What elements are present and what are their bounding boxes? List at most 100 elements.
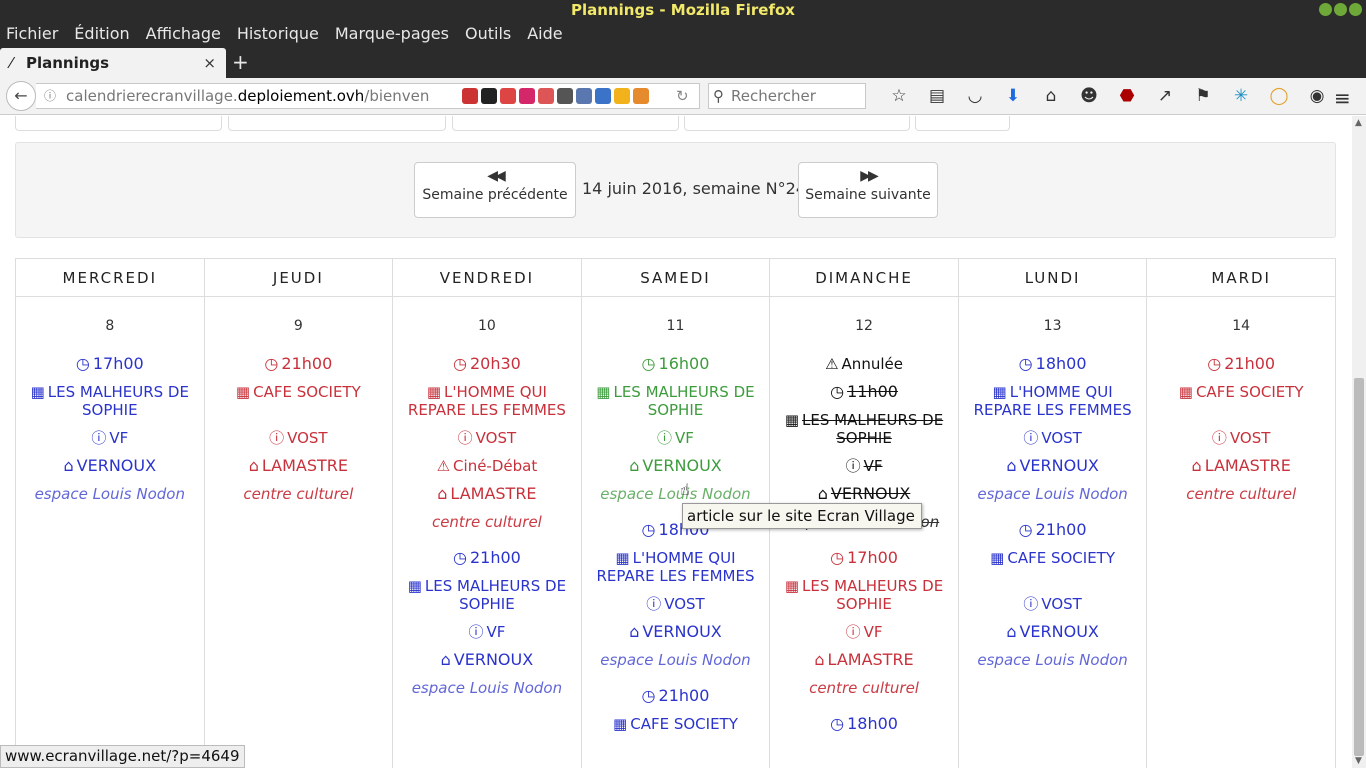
bookmark-star-icon[interactable]: ☆ [880,86,918,106]
network-icon[interactable]: ✳ [1222,86,1260,106]
filter-box[interactable] [15,116,222,131]
minimize-icon[interactable] [1319,3,1332,16]
new-tab-button[interactable]: + [232,50,249,74]
home-icon: ⌂ [814,650,825,669]
place-line[interactable]: ⌂ LAMASTRE [205,457,393,485]
wordpress-icon[interactable] [557,88,573,104]
clock-icon: ◷ [641,354,656,373]
info-icon: ⓘ [1023,595,1039,613]
shoe-icon[interactable]: ⚑ [1184,86,1222,106]
vertical-scrollbar[interactable]: ▲ ▼ [1352,116,1366,768]
menu-historique[interactable]: Historique [237,24,319,43]
reload-icon[interactable]: ↻ [676,87,689,105]
film-title-line: ▦ LES MALHEURS DE SOPHIE [582,383,770,429]
scroll-down-icon[interactable]: ▼ [1355,756,1362,766]
menu-affichage[interactable]: Affichage [146,24,221,43]
screening-event[interactable]: ◷ 18h00 ▦ L'HOMME QUI REPARE LES FEMMES ⓘ VOS… [959,355,1147,504]
wordpress-toolbar-icon[interactable]: ◉ [1298,86,1336,106]
screening-event[interactable]: ◷ 18h00 ▦ L'HOMME QUI REPARE LES FEMMES ⓘ VOS… [582,520,770,670]
close-window-icon[interactable] [1349,3,1362,16]
place: VERNOUX [642,456,722,475]
screening-event[interactable]: ◷ 20h30 ▦ L'HOMME QUI REPARE LES FEMMES ⓘ VOS… [393,355,581,532]
screening-event[interactable]: ◷ 21h00 ▦ LES MALHEURS DE SOPHIE ⓘ VF ⌂ VERNOUX… [393,549,581,698]
place-line[interactable]: ⌂ VERNOUX [393,651,581,679]
chat-icon[interactable]: ☻ [1070,86,1108,106]
screening-event[interactable]: ◷ 21h00 ▦ CAFE SOCIETY ⓘ VOST ⌂ LAMASTRE centre … [1147,354,1335,504]
tab-plannings[interactable]: ⁄ Plannings × [0,48,226,78]
screening-event[interactable]: ◷ 17h00 ▦ LES MALHEURS DE SOPHIE ⓘ VF ⌂ VERNOUX… [16,355,204,504]
feather-icon[interactable]: ↗ [1146,86,1184,106]
box-icon[interactable] [538,88,554,104]
screening-event[interactable]: ◷ 21h00 ▦ CAFE SOCIETY [582,687,770,761]
home-icon: ⌂ [817,484,828,503]
forward-icon: ▶▶ [860,168,879,184]
filter-box[interactable] [915,116,1010,131]
terminal-icon[interactable] [481,88,497,104]
cube-icon[interactable] [614,88,630,104]
download-icon[interactable]: ⬇ [994,86,1032,106]
tab-close-icon[interactable]: × [203,54,216,72]
week-navigation: ◀◀ Semaine précédente 14 juin 2016, sema… [15,142,1336,238]
place-line[interactable]: ⌂ VERNOUX [582,457,770,485]
screening-event[interactable]: ◷ 21h00 ▦ CAFE SOCIETY ⓘ VOST ⌂ VERNOUX espace L… [959,521,1147,670]
filter-box[interactable] [228,116,446,131]
filter-box[interactable] [452,116,679,131]
filter-box[interactable] [684,116,910,131]
hamburger-menu-icon[interactable]: ≡ [1334,86,1351,110]
time-line: ◷ 21h00 [959,521,1147,549]
menu-marque-pages[interactable]: Marque-pages [335,24,449,43]
place-line[interactable]: ⌂ VERNOUX [959,623,1147,651]
menu-edition[interactable]: Édition [74,24,129,43]
tab-bar: ⁄ Plannings × + [0,46,1366,78]
pen-icon[interactable] [462,88,478,104]
place-line[interactable]: ⌂ LAMASTRE [393,485,581,513]
screening-event[interactable]: ◷ 16h00 ▦ LES MALHEURS DE SOPHIE ⓘ VF ⌂ VERNOUX… [582,354,770,504]
screening-event[interactable]: ◷ 21h00 ▦ CAFE SOCIETY ⓘ VOST ⌂ LAMASTRE centre … [205,354,393,504]
place: VERNOUX [1019,622,1099,641]
scroll-up-icon[interactable]: ▲ [1355,118,1362,128]
day-header-mercredi: MERCREDI [15,258,205,297]
place-line[interactable]: ⌂ VERNOUX [16,457,204,485]
chart-icon[interactable] [519,88,535,104]
menu-fichier[interactable]: Fichier [6,24,58,43]
film-title: LES MALHEURS DE SOPHIE [424,577,567,613]
place-line[interactable]: ⌂ VERNOUX [959,457,1147,485]
time: 21h00 [1224,354,1276,373]
clock-icon: ◷ [641,520,656,539]
place: LAMASTRE [261,456,348,475]
pocket-icon[interactable]: ◡ [956,86,994,106]
scrollbar-thumb[interactable] [1354,378,1364,756]
home-icon: ⌂ [440,650,451,669]
info-icon[interactable]: ⓘ [44,87,56,104]
graph-icon[interactable] [633,88,649,104]
version: VOST [664,595,705,613]
search-placeholder: Rechercher [731,87,816,105]
f-icon[interactable] [500,88,516,104]
status-text: Annulée [841,355,903,373]
film-title-line: ▦ L'HOMME QUI REPARE LES FEMMES [959,383,1147,429]
note-line: ⚠ Ciné-Débat [393,457,581,485]
place-line[interactable]: ⌂ LAMASTRE [770,651,958,679]
color-ring-icon[interactable]: ◯ [1260,86,1298,106]
film-title-line: ▦ L'HOMME QUI REPARE LES FEMMES [393,383,581,429]
back-button[interactable]: ← [6,81,36,111]
venue-line: espace Louis Nodon [582,485,770,503]
time: 21h00 [281,354,333,373]
screening-event[interactable]: ◷ 17h00 ▦ LES MALHEURS DE SOPHIE ⓘ VF ⌂ LAMASTR… [770,549,958,698]
ublock-icon[interactable]: ⬣ [1108,86,1146,106]
home-icon[interactable]: ⌂ [1032,86,1070,106]
maximize-icon[interactable] [1334,3,1347,16]
search-input[interactable]: ⚲ Rechercher [708,83,866,109]
place-line[interactable]: ⌂ LAMASTRE [1147,457,1335,485]
reading-list-icon[interactable]: ▤ [918,86,956,106]
screening-event[interactable]: ◷ 18h00 [770,715,958,743]
previous-week-button[interactable]: ◀◀ Semaine précédente [414,162,576,218]
clock-icon: ◷ [1207,354,1222,373]
menu-aide[interactable]: Aide [527,24,562,43]
menu-outils[interactable]: Outils [465,24,511,43]
power-icon[interactable] [595,88,611,104]
place-line[interactable]: ⌂ VERNOUX [582,623,770,651]
time-line: ◷ 11h00 [770,383,958,411]
next-week-button[interactable]: ▶▶ Semaine suivante [798,162,938,218]
php-icon[interactable] [576,88,592,104]
